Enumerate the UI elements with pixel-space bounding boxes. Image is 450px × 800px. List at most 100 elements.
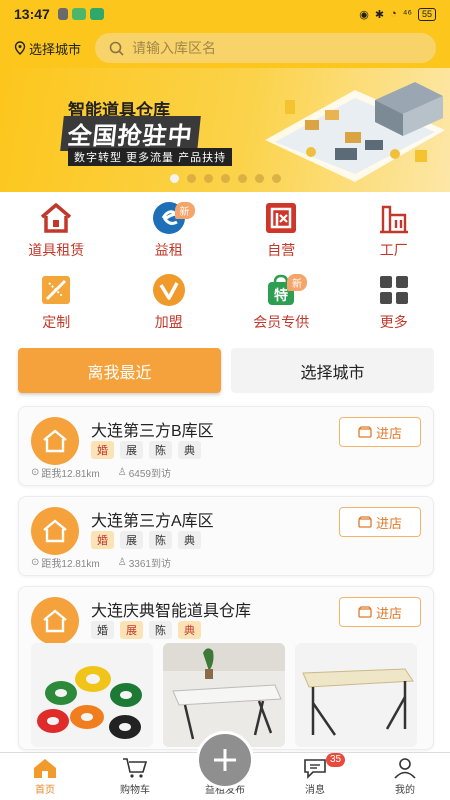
store-tag: 典 — [178, 441, 201, 459]
store-logo-icon — [31, 507, 79, 555]
nav-publish[interactable]: 益租发布 — [180, 731, 270, 800]
product-image-tape[interactable] — [31, 643, 153, 747]
store-card[interactable]: 大连庆典智能道具仓库 婚 展 陈 典 进店 — [18, 586, 434, 750]
store-meta: ⊙ 距我12.81km ♙ 6459到访 — [31, 465, 171, 480]
store-tag: 展 — [120, 621, 143, 639]
status-bar: 13:47 ◉ ✱ ◔ ⁴⁶ 55 — [0, 0, 450, 28]
banner-dot[interactable] — [220, 174, 230, 183]
category-label: 道具租赁 — [28, 242, 85, 258]
city-selector[interactable]: 选择城市 — [14, 39, 81, 58]
category-custom[interactable]: 定制 — [0, 272, 113, 332]
banner-dot[interactable] — [237, 174, 247, 183]
promo-banner[interactable]: 智能道具仓库 全国抢驻中 数字转型 更多流量 产品扶持 — [0, 68, 450, 192]
tab-select-city[interactable]: 选择城市 — [231, 348, 434, 393]
banner-dot[interactable] — [271, 174, 281, 183]
banner-subtitle: 数字转型 更多流量 产品扶持 — [68, 148, 233, 166]
category-self-operated[interactable]: 自营 — [225, 200, 338, 260]
storefront-icon — [358, 606, 372, 618]
house-icon — [38, 200, 74, 236]
category-prop-rental[interactable]: 道具租赁 — [0, 200, 113, 260]
banner-dot[interactable] — [186, 174, 196, 183]
publish-button[interactable] — [196, 731, 254, 789]
category-label: 会员专供 — [253, 314, 310, 330]
category-label: 益租 — [154, 242, 183, 258]
store-tag: 陈 — [149, 621, 172, 639]
location-pin-icon: ⊙ — [31, 467, 40, 478]
store-distance: 距我12.81km — [41, 469, 100, 480]
store-name: 大连第三方B库区 — [91, 423, 214, 440]
home-icon — [34, 759, 56, 778]
bluetooth-icon: ✱ — [374, 8, 385, 21]
store-name: 大连第三方A库区 — [91, 513, 214, 530]
category-grid: 道具租赁 新 益租 自营 工厂 定制 加盟 特 新 会员专供 更多 — [0, 200, 450, 332]
category-yizu[interactable]: 新 益租 — [113, 200, 226, 260]
category-label: 自营 — [267, 242, 296, 258]
wifi-icon: ◔ — [390, 8, 397, 20]
storefront-icon — [358, 426, 372, 438]
nav-messages[interactable]: 35 消息 — [270, 753, 360, 800]
new-badge: 新 — [174, 202, 195, 219]
store-tags: 婚 展 陈 典 — [91, 441, 201, 459]
store-card[interactable]: 大连第三方A库区 婚 展 陈 典 进店 ⊙ 距我12.81km ♙ 3361到访 — [18, 496, 434, 576]
store-tag: 典 — [178, 531, 201, 549]
banner-dot[interactable] — [254, 174, 264, 183]
app-icon — [89, 8, 104, 20]
top-header: 选择城市 请输入库区名 — [0, 28, 450, 68]
category-factory[interactable]: 工厂 — [338, 200, 450, 260]
enter-store-button[interactable]: 进店 — [339, 417, 421, 447]
store-tag: 展 — [120, 441, 143, 459]
shop-icon — [263, 200, 299, 236]
cart-icon — [123, 758, 148, 778]
store-meta: ⊙ 距我12.81km ♙ 3361到访 — [31, 555, 171, 570]
app-notification-icon — [57, 8, 68, 20]
nav-home[interactable]: 首页 — [0, 753, 90, 800]
banner-dot[interactable] — [169, 174, 179, 183]
store-visits: 3361到访 — [128, 559, 171, 570]
category-label: 加盟 — [154, 314, 183, 330]
new-badge: 新 — [287, 274, 307, 291]
signal-icon: ⁴⁶ — [402, 8, 412, 20]
nav-label: 购物车 — [120, 785, 150, 796]
product-image-long-table[interactable] — [295, 643, 417, 747]
enter-store-label: 进店 — [375, 425, 402, 441]
store-distance: 距我12.81km — [41, 559, 100, 570]
banner-headline: 全国抢驻中 — [60, 116, 201, 151]
store-tag: 婚 — [91, 621, 114, 639]
banner-pagination — [0, 174, 450, 183]
battery-icon: 55 — [417, 7, 436, 21]
location-pin-icon — [14, 41, 26, 55]
nav-cart[interactable]: 购物车 — [90, 753, 180, 800]
store-tags: 婚 展 陈 典 — [91, 621, 201, 639]
store-tag: 婚 — [91, 441, 114, 459]
store-visits: 6459到访 — [128, 469, 171, 480]
check-v-icon — [151, 272, 187, 308]
user-profile-icon — [394, 758, 416, 779]
banner-dot[interactable] — [203, 174, 213, 183]
category-join[interactable]: 加盟 — [113, 272, 226, 332]
sort-tabs: 离我最近 选择城市 — [18, 348, 434, 393]
bottom-nav: 首页 购物车 益租发布 35 消息 我的 — [0, 731, 450, 800]
enter-store-label: 进店 — [375, 605, 402, 621]
factory-icon — [376, 200, 412, 236]
category-member-exclusive[interactable]: 特 新 会员专供 — [225, 272, 338, 332]
store-tag: 婚 — [91, 531, 114, 549]
search-input[interactable]: 请输入库区名 — [95, 33, 436, 63]
storefront-icon — [358, 516, 372, 528]
tab-nearest[interactable]: 离我最近 — [18, 348, 221, 393]
store-name: 大连庆典智能道具仓库 — [91, 603, 252, 620]
category-label: 更多 — [379, 314, 408, 330]
enter-store-button[interactable]: 进店 — [339, 597, 421, 627]
enter-store-button[interactable]: 进店 — [339, 507, 421, 537]
nav-mine[interactable]: 我的 — [360, 753, 450, 800]
store-tag: 展 — [120, 531, 143, 549]
grid-icon — [376, 272, 412, 308]
location-pin-icon: ⊙ — [31, 557, 40, 568]
category-label: 定制 — [42, 314, 71, 330]
store-card[interactable]: 大连第三方B库区 婚 展 陈 典 进店 ⊙ 距我12.81km ♙ 6459到访 — [18, 406, 434, 486]
message-count-badge: 35 — [326, 753, 346, 767]
ruler-icon — [38, 272, 74, 308]
category-more[interactable]: 更多 — [338, 272, 450, 332]
nav-label: 消息 — [305, 785, 325, 796]
search-placeholder: 请输入库区名 — [132, 40, 217, 56]
eye-icon: ◉ — [359, 8, 369, 21]
